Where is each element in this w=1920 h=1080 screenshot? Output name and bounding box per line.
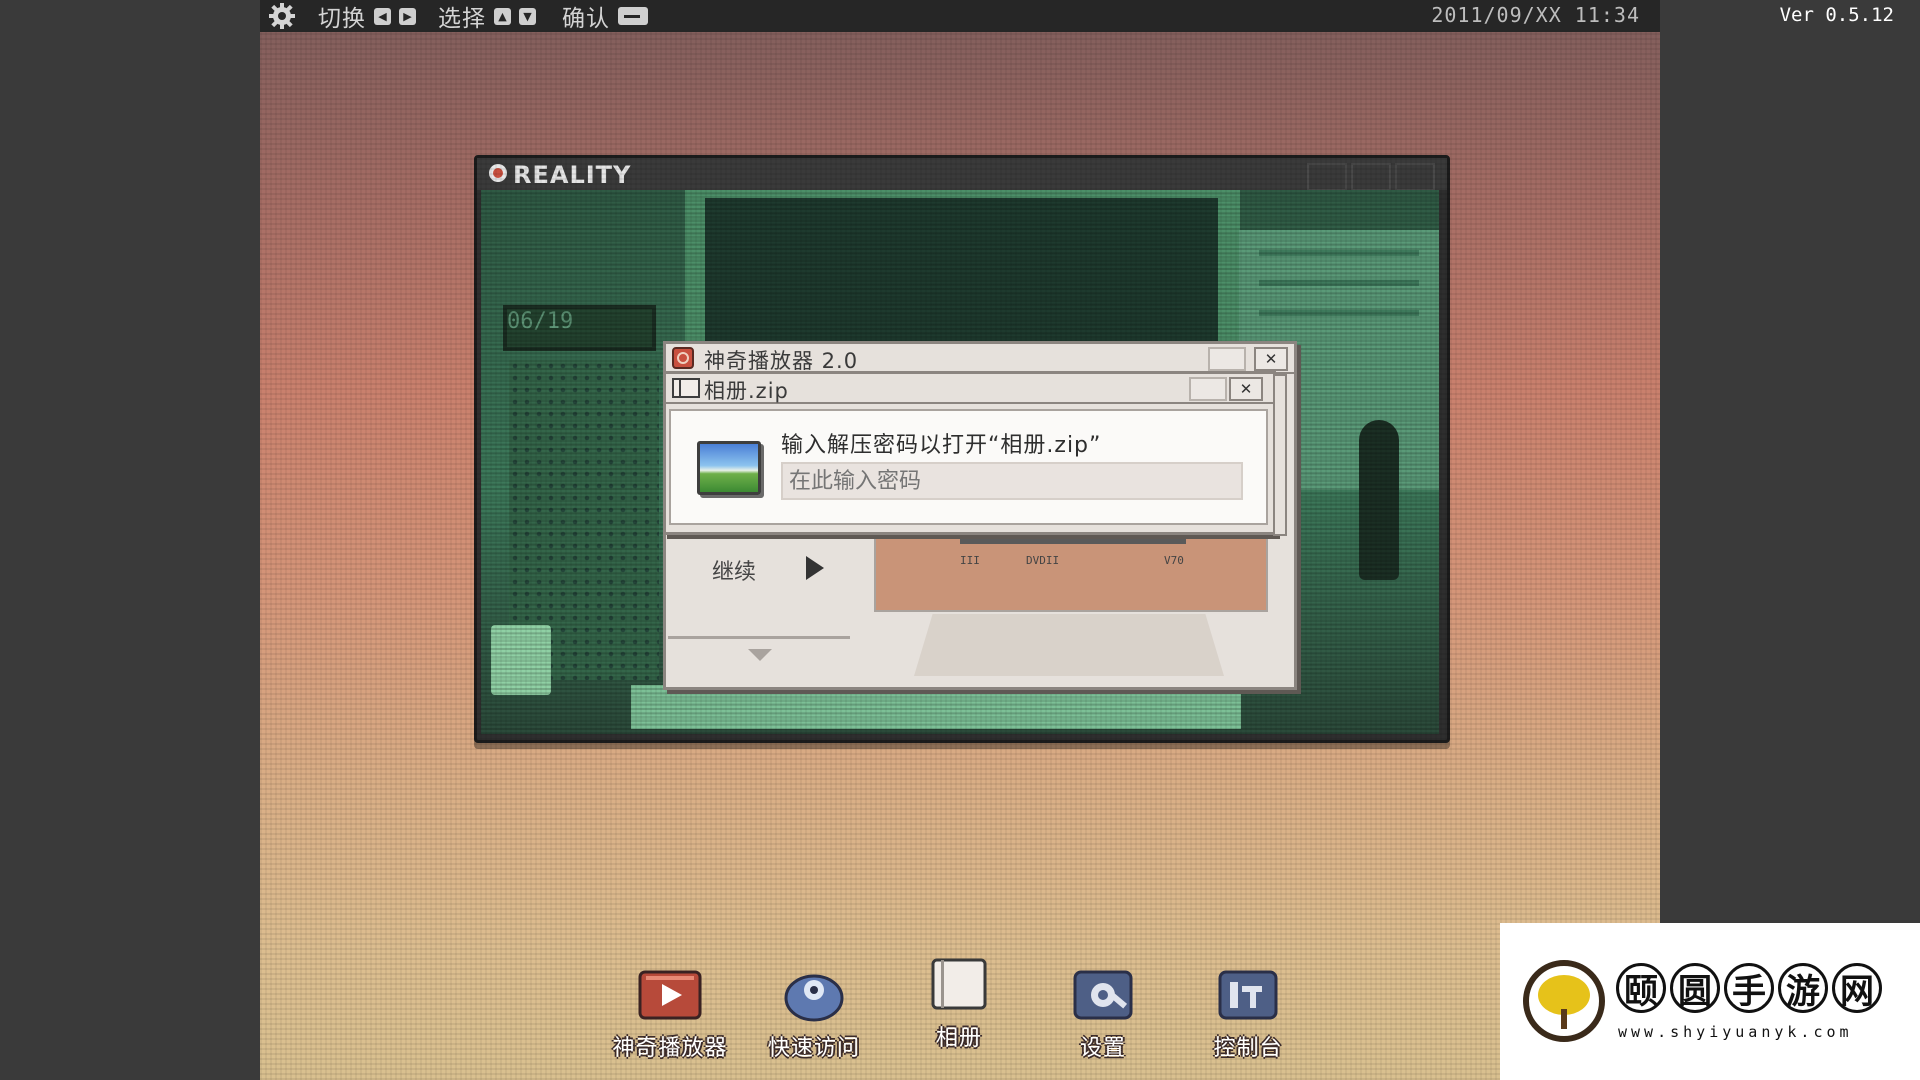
gear-icon[interactable] [268, 2, 296, 30]
cassette-bottom [914, 614, 1224, 676]
zip-title-bar[interactable]: 相册.zip ✕ [666, 374, 1273, 404]
site-watermark: 颐 圆 手 游 网 www.shyiyuanyk.com [1500, 923, 1920, 1080]
archive-icon [672, 378, 700, 398]
desk-clock-text: 06/19 [507, 309, 574, 334]
watermark-char: 手 [1724, 963, 1774, 1013]
password-input[interactable] [781, 462, 1243, 500]
player-icon [638, 970, 702, 1020]
cassette-label: III [960, 554, 980, 567]
pegboard [509, 360, 659, 680]
quick-access-icon [784, 974, 844, 1022]
left-key-icon: ◀ [374, 7, 391, 25]
dock-item-quick-access[interactable]: 快速访问 [744, 968, 884, 1062]
player-app-icon [672, 347, 694, 369]
watermark-char: 圆 [1670, 963, 1720, 1013]
switch-hint: 切换 ◀ ▶ [318, 0, 416, 32]
record-icon [489, 164, 507, 182]
play-icon[interactable] [806, 556, 824, 580]
cassette-tape: III DVDII V70 [874, 526, 1268, 612]
watermark-logo-icon [1523, 960, 1605, 1042]
top-bar: 切换 ◀ ▶ 选择 ▲ ▼ 确认 2011/09/XX 11:34 [260, 0, 1660, 32]
mug [491, 625, 551, 695]
confirm-label: 确认 [562, 6, 610, 32]
album-icon [931, 958, 987, 1010]
console-icon [1218, 970, 1278, 1020]
watermark-char: 游 [1778, 963, 1828, 1013]
watermark-title: 颐 圆 手 游 网 [1616, 963, 1882, 1013]
window-button-3[interactable] [1395, 163, 1435, 191]
desk-clock: 06/19 [503, 305, 656, 351]
password-prompt: 输入解压密码以打开“相册.zip” [781, 433, 1102, 458]
select-label: 选择 [438, 6, 486, 32]
chevron-down-icon[interactable] [748, 649, 772, 661]
up-key-icon: ▲ [494, 7, 511, 25]
version-label: Ver 0.5.12 [1779, 4, 1894, 26]
right-key-icon: ▶ [399, 7, 416, 25]
scrollbar[interactable] [1273, 374, 1287, 536]
dock-item-console[interactable]: 控制台 [1178, 968, 1318, 1062]
zip-body: 输入解压密码以打开“相册.zip” [669, 409, 1268, 525]
down-key-icon: ▼ [519, 7, 536, 25]
player-title-bar[interactable]: 神奇播放器 2.0 ✕ [666, 344, 1294, 374]
datetime: 2011/09/XX 11:34 [1431, 3, 1640, 27]
dock-label: 相册 [935, 1026, 982, 1051]
dock-label: 快速访问 [767, 1036, 860, 1061]
dock-item-album[interactable]: 相册 [889, 958, 1029, 1052]
select-hint: 选择 ▲ ▼ [438, 0, 536, 32]
watermark-char: 颐 [1616, 963, 1666, 1013]
dock-label: 设置 [1079, 1036, 1126, 1061]
dock-item-player[interactable]: 神奇播放器 [600, 968, 740, 1062]
cassette-label: V70 [1164, 554, 1184, 567]
continue-label[interactable]: 继续 [712, 554, 756, 586]
reality-title-bar[interactable]: REALITY [477, 158, 1447, 191]
close-button[interactable]: ✕ [1254, 347, 1288, 371]
confirm-hint: 确认 [562, 0, 648, 32]
cabinet-line [1259, 280, 1419, 286]
close-button[interactable]: ✕ [1229, 377, 1263, 401]
zip-title: 相册.zip [704, 379, 789, 403]
dock-item-settings[interactable]: 设置 [1033, 968, 1173, 1062]
divider [668, 636, 850, 639]
dock-label: 控制台 [1213, 1036, 1283, 1061]
minimize-button[interactable] [1208, 347, 1246, 371]
settings-icon [1073, 970, 1133, 1020]
keyboard [631, 685, 1241, 729]
watermark-char: 网 [1832, 963, 1882, 1013]
cabinet-line [1259, 250, 1419, 256]
cassette-label: DVDII [1026, 554, 1060, 567]
watermark-url: www.shyiyuanyk.com [1618, 1023, 1853, 1041]
minimize-button[interactable] [1189, 377, 1227, 401]
enter-key-icon [618, 7, 648, 25]
picture-icon [697, 441, 761, 495]
switch-label: 切换 [318, 6, 366, 32]
cabinet-line [1259, 310, 1419, 316]
dock-label: 神奇播放器 [612, 1036, 728, 1061]
reality-title: REALITY [513, 161, 632, 189]
window-button-2[interactable] [1351, 163, 1391, 191]
plant [1359, 420, 1399, 580]
zip-window[interactable]: 相册.zip ✕ 输入解压密码以打开“相册.zip” [663, 371, 1287, 536]
continue-panel: 继续 [668, 534, 850, 664]
window-button-1[interactable] [1307, 163, 1347, 191]
